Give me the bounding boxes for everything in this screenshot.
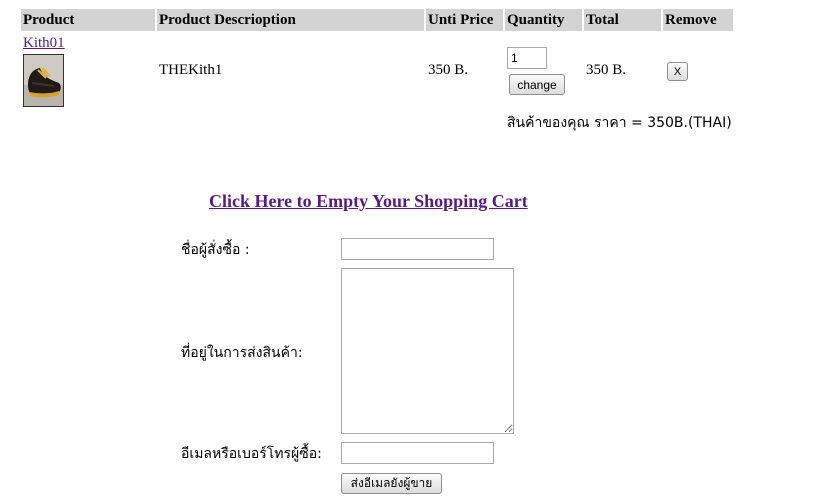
shipping-address-label: ที่อยู่ในการส่งสินค้า:: [181, 345, 303, 361]
send-email-button[interactable]: ส่งอีเมลยังผู้ขาย: [341, 473, 442, 494]
remove-button[interactable]: X: [667, 62, 688, 81]
product-link[interactable]: Kith01: [23, 35, 65, 52]
change-button[interactable]: change: [509, 74, 565, 95]
unit-price: 350 B.: [428, 62, 469, 78]
shipping-address-textarea[interactable]: [341, 268, 514, 434]
contact-label: อีเมลหรือเบอร์โทรผู้ซื้อ:: [181, 446, 322, 462]
header-product: Product: [21, 9, 155, 31]
header-total: Total: [584, 9, 661, 31]
product-thumbnail[interactable]: [23, 54, 64, 107]
shoe-icon: [24, 55, 63, 106]
buyer-name-label: ชื่อผู้สั่งซื้อ :: [181, 242, 250, 258]
quantity-input[interactable]: [507, 47, 547, 69]
line-total: 350 B.: [586, 62, 627, 78]
contact-input[interactable]: [341, 442, 494, 464]
header-description: Product Descrioption: [157, 9, 424, 31]
header-remove: Remove: [663, 9, 733, 31]
buyer-name-input[interactable]: [341, 238, 494, 260]
header-unit-price: Unti Price: [426, 9, 503, 31]
product-description: THEKith1: [159, 62, 223, 78]
cart-summary: สินค้าของคุณ ราคา = 350B.(THAI): [507, 115, 732, 131]
empty-cart-link[interactable]: Click Here to Empty Your Shopping Cart: [209, 191, 528, 212]
header-quantity: Quantity: [505, 9, 582, 31]
